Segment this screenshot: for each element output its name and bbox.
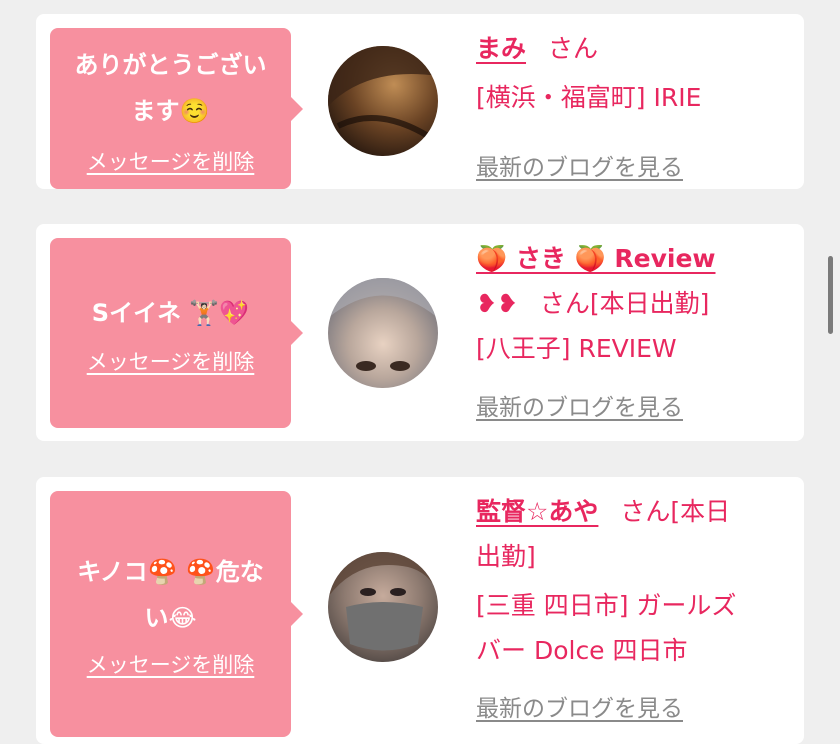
avatar[interactable]	[328, 278, 438, 388]
latest-blog-link[interactable]: 最新のブログを見る	[476, 148, 683, 182]
sender-name-link[interactable]: まみ	[476, 34, 526, 63]
avatar-image	[328, 46, 438, 139]
honorific-continued: 出勤]	[476, 542, 536, 571]
scrollbar[interactable]	[828, 256, 833, 334]
message-line: ます☺️	[131, 96, 210, 125]
honorific: さん[本日	[620, 497, 731, 526]
message-text: ありがとうござい ます☺️	[75, 42, 267, 134]
sender-info: 🍑 さき 🍑 Review ❥❥ さん[本日出勤] [八王子] REVIEW 最新…	[476, 236, 781, 421]
message-text: キノコ🍄 🍄危な い😂	[77, 549, 263, 641]
message-bubble: ありがとうござい ます☺️ メッセージを削除	[50, 28, 303, 189]
delete-message-link[interactable]: メッセージを削除	[87, 649, 255, 679]
shop-location: [横浜・福富町] IRIE	[476, 83, 702, 112]
shop-location: バー Dolce 四日市	[476, 636, 688, 665]
shop-location: [三重 四日市] ガールズ	[476, 591, 737, 620]
shop-location: [八王子] REVIEW	[476, 334, 677, 363]
honorific: さん[本日出勤]	[539, 289, 710, 318]
message-line: Sイイネ 🏋🏻💖	[91, 299, 250, 327]
message-bubble: キノコ🍄 🍄危な い😂 メッセージを削除	[50, 491, 303, 737]
delete-message-link[interactable]: メッセージを削除	[87, 146, 255, 176]
name-suffix: ❥❥	[476, 289, 518, 318]
latest-blog-link[interactable]: 最新のブログを見る	[476, 388, 683, 422]
message-bubble: Sイイネ 🏋🏻💖 メッセージを削除	[50, 238, 303, 428]
message-line: キノコ🍄 🍄危な	[77, 558, 264, 586]
latest-blog-link[interactable]: 最新のブログを見る	[476, 689, 683, 723]
sender-info: 監督☆あや さん[本日 出勤] [三重 四日市] ガールズ バー Dolce 四日…	[476, 489, 781, 722]
avatar-image	[328, 278, 438, 371]
sender-info: まみ さん [横浜・福富町] IRIE 最新のブログを見る	[476, 26, 781, 181]
message-card: ありがとうござい ます☺️ メッセージを削除 まみ さん [横浜・福富町] IRI…	[36, 14, 804, 189]
message-line: い😂	[144, 604, 197, 632]
avatar[interactable]	[328, 46, 438, 156]
avatar-image	[328, 552, 438, 651]
delete-message-link[interactable]: メッセージを削除	[87, 346, 255, 376]
sender-name-link[interactable]: 監督☆あや	[476, 497, 598, 526]
message-text: Sイイネ 🏋🏻💖	[92, 290, 249, 336]
message-card: Sイイネ 🏋🏻💖 メッセージを削除 🍑 さき 🍑 Review ❥❥ さん[本日出…	[36, 224, 804, 441]
message-line: ありがとうござい	[74, 50, 267, 79]
sender-name-link[interactable]: 🍑 さき 🍑 Review	[476, 244, 716, 273]
honorific: さん	[548, 34, 599, 63]
message-card: キノコ🍄 🍄危な い😂 メッセージを削除 監督☆あや さん[本日 出勤] [三重 …	[36, 477, 804, 744]
avatar[interactable]	[328, 552, 438, 662]
